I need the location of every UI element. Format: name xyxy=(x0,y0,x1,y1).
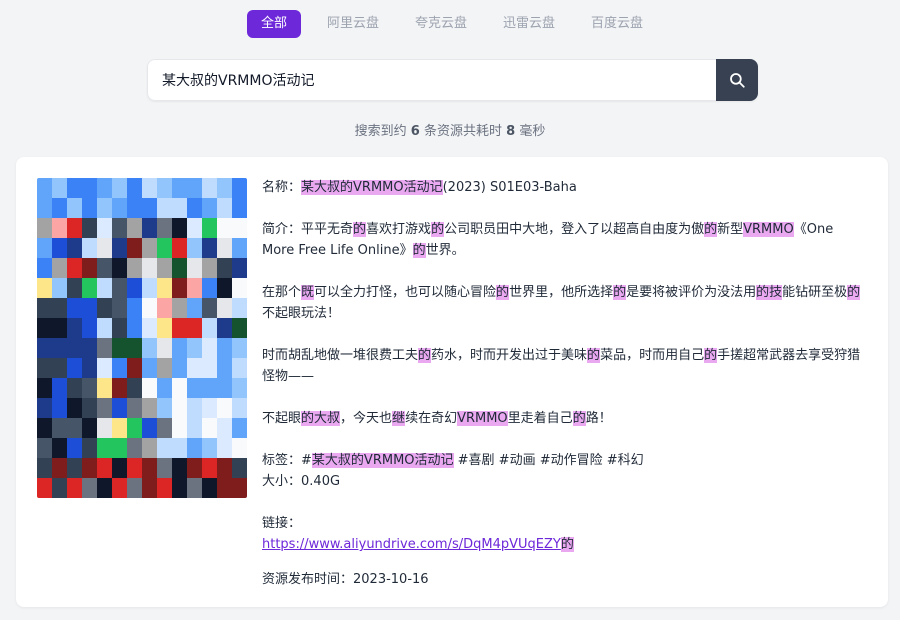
text-segment: 世界。 xyxy=(425,243,465,258)
filter-tabs: 全部 阿里云盘 夸克云盘 迅雷云盘 百度云盘 xyxy=(0,10,900,38)
result-para-2: 在那个既可以全力打怪，也可以随心冒险的世界里，他所选择的是要将被评价为没法用的技… xyxy=(262,282,868,324)
highlight-segment: 的 xyxy=(418,348,432,363)
highlight-segment: 的 xyxy=(496,285,510,300)
text-segment: 喜欢打游戏 xyxy=(366,222,432,237)
anime-poster[interactable] xyxy=(37,178,247,498)
highlight-segment: 的 xyxy=(353,222,367,237)
text-segment: 可以全力打怪，也可以随心冒险 xyxy=(314,285,497,300)
result-para-4: 不起眼的大叔，今天也继续在奇幻VRMMO里走着自己的路！ xyxy=(262,408,868,429)
highlight-segment: 的 xyxy=(704,222,718,237)
highlight-segment: 的 xyxy=(412,243,426,258)
stats-suffix: 毫秒 xyxy=(519,124,546,139)
highlight-segment: 的大叔 xyxy=(301,411,341,426)
text-segment: 新型 xyxy=(717,222,744,237)
result-info: 名称：某大叔的VRMMO活动记(2023) S01E03-Baha 简介：平平无… xyxy=(262,177,868,590)
text-segment: 菜品，时而用自己 xyxy=(600,348,705,363)
text-segment: 不起眼 xyxy=(262,411,302,426)
text-segment: 里走着自己 xyxy=(507,411,573,426)
highlight-segment: VRMMO xyxy=(743,222,794,237)
highlight-segment: 既 xyxy=(301,285,315,300)
highlight-segment: 的 xyxy=(587,348,601,363)
result-link[interactable]: https://www.aliyundrive.com/s/DqM4pVUqEZ… xyxy=(262,537,561,552)
highlight-segment: 继 xyxy=(392,411,406,426)
stats-count: 6 xyxy=(410,124,420,139)
text-segment: 不起眼玩法！ xyxy=(262,306,341,321)
search-stats: 搜索到约 6 条资源共耗时 8 毫秒 xyxy=(0,120,900,139)
result-name: 名称：某大叔的VRMMO活动记(2023) S01E03-Baha xyxy=(262,180,577,195)
date-value: 2023-10-16 xyxy=(353,572,429,587)
search-bar xyxy=(147,59,758,101)
text-segment: 续在奇幻 xyxy=(405,411,458,426)
size-value: 0.40G xyxy=(301,474,341,489)
text-segment: 药水，时而开发出过于美味 xyxy=(431,348,588,363)
stats-middle: 条资源共耗时 xyxy=(423,124,502,139)
text-segment: 是要将被评价为没法用 xyxy=(626,285,757,300)
result-tags: 标签：#某大叔的VRMMO活动记 #喜剧 #动画 #动作冒险 #科幻 xyxy=(262,453,644,468)
highlight-segment: 某大叔的VRMMO活动记 xyxy=(311,453,454,468)
highlight-segment: 的 xyxy=(431,222,445,237)
tab-all[interactable]: 全部 xyxy=(246,10,301,38)
tab-baidu[interactable]: 百度云盘 xyxy=(581,10,653,38)
highlight-segment: VRMMO xyxy=(457,411,508,426)
highlight-segment: 的 xyxy=(613,285,627,300)
name-highlight: 某大叔的VRMMO活动记 xyxy=(301,180,443,195)
highlight-segment: 的 xyxy=(572,411,586,426)
result-para-3: 时而胡乱地做一堆很费工夫的药水，时而开发出过于美味的菜品，时而用自己的手搓超常武… xyxy=(262,345,868,387)
search-input[interactable] xyxy=(147,59,716,101)
text-segment: 在那个 xyxy=(262,285,302,300)
text-segment: 能钻研至极 xyxy=(782,285,848,300)
highlight-segment: 的 xyxy=(704,348,718,363)
text-segment: ，今天也 xyxy=(340,411,393,426)
tab-xunlei[interactable]: 迅雷云盘 xyxy=(493,10,565,38)
result-intro: 简介：平平无奇的喜欢打游戏的公司职员田中大地，登入了以超高自由度为傲的新型VRM… xyxy=(262,222,834,258)
search-icon xyxy=(730,73,745,88)
result-size: 大小：0.40G xyxy=(262,474,341,489)
highlight-segment: 的 xyxy=(847,285,861,300)
text-segment: 公司职员田中大地，登入了以超高自由度为傲 xyxy=(444,222,705,237)
tab-aliyun[interactable]: 阿里云盘 xyxy=(317,10,389,38)
stats-prefix: 搜索到约 xyxy=(354,124,407,139)
text-segment: 路！ xyxy=(585,411,612,426)
search-button[interactable] xyxy=(716,59,758,101)
result-link-row: https://www.aliyundrive.com/s/DqM4pVUqEZ… xyxy=(262,534,868,555)
result-date: 资源发布时间：2023-10-16 xyxy=(262,572,429,587)
tab-quark[interactable]: 夸克云盘 xyxy=(405,10,477,38)
text-segment: #喜剧 #动画 #动作冒险 #科幻 xyxy=(453,453,644,468)
text-segment: # xyxy=(301,453,312,468)
link-tail-highlight: 的 xyxy=(560,537,574,552)
text-segment: 世界里，他所选择 xyxy=(509,285,614,300)
result-link-label: 链接： xyxy=(262,516,302,531)
stats-time: 8 xyxy=(506,124,516,139)
text-segment: 时而胡乱地做一堆很费工夫 xyxy=(262,348,419,363)
text-segment: 平平无奇 xyxy=(301,222,354,237)
highlight-segment: 的技 xyxy=(756,285,783,300)
result-card: 名称：某大叔的VRMMO活动记(2023) S01E03-Baha 简介：平平无… xyxy=(16,157,888,607)
